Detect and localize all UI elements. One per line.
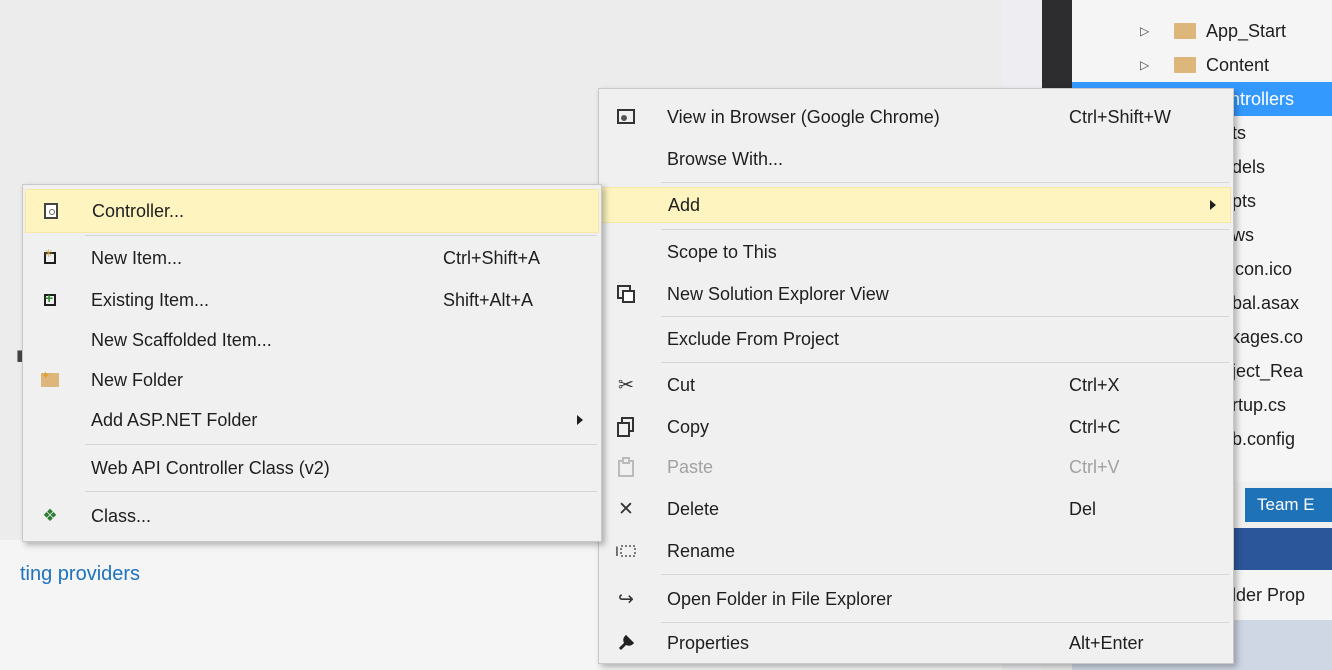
- menu-item-new-scaffolded-item[interactable]: New Scaffolded Item...: [25, 321, 599, 359]
- menu-item-add-aspnet-folder[interactable]: Add ASP.NET Folder: [25, 401, 599, 439]
- delete-icon: ✕: [618, 498, 634, 520]
- tab-team-explorer[interactable]: Team E: [1245, 488, 1332, 522]
- menu-item-new-item[interactable]: ✳ New Item... Ctrl+Shift+A: [25, 239, 599, 277]
- folder-icon: [1174, 57, 1196, 73]
- new-item-icon: ✳: [39, 247, 61, 269]
- controller-icon: [40, 200, 62, 222]
- menu-item-existing-item[interactable]: + Existing Item... Shift+Alt+A: [25, 281, 599, 319]
- svg-text:I: I: [615, 543, 619, 559]
- menu-item-scope-to-this[interactable]: Scope to This: [601, 234, 1231, 270]
- menu-item-browse-with[interactable]: Browse With...: [601, 141, 1231, 177]
- menu-item-new-folder[interactable]: ✦ New Folder: [25, 361, 599, 399]
- rename-icon: I: [615, 540, 637, 562]
- menu-separator: [85, 491, 597, 492]
- menu-separator: [661, 362, 1229, 363]
- class-icon: ❖: [42, 506, 58, 525]
- menu-separator: [661, 574, 1229, 575]
- submenu-arrow-icon: [577, 415, 583, 425]
- new-folder-icon: ✦: [39, 369, 61, 391]
- wrench-icon: [615, 632, 637, 654]
- menu-separator: [661, 182, 1229, 183]
- menu-separator: [85, 235, 597, 236]
- menu-separator: [85, 444, 597, 445]
- open-folder-icon: ↪: [618, 588, 634, 610]
- menu-separator: [661, 316, 1229, 317]
- menu-item-add[interactable]: Add: [601, 187, 1231, 223]
- menu-item-paste[interactable]: Paste Ctrl+V: [601, 449, 1231, 485]
- menu-item-copy[interactable]: Copy Ctrl+C: [601, 409, 1231, 445]
- expand-arrow-icon[interactable]: ▷: [1140, 24, 1149, 38]
- menu-item-class[interactable]: ❖ Class...: [25, 497, 599, 535]
- solution-view-icon: [615, 283, 637, 305]
- cut-icon: ✂: [618, 374, 634, 396]
- menu-item-view-in-browser[interactable]: View in Browser (Google Chrome) Ctrl+Shi…: [601, 99, 1231, 135]
- expand-arrow-icon[interactable]: ▷: [1140, 58, 1149, 72]
- context-menu: View in Browser (Google Chrome) Ctrl+Shi…: [598, 88, 1234, 664]
- copy-icon: [615, 416, 637, 438]
- menu-item-properties[interactable]: Properties Alt+Enter: [601, 625, 1231, 661]
- menu-item-open-folder[interactable]: ↪ Open Folder in File Explorer: [601, 581, 1231, 617]
- menu-item-delete[interactable]: ✕ Delete Del: [601, 491, 1231, 527]
- menu-item-exclude-from-project[interactable]: Exclude From Project: [601, 321, 1231, 357]
- tree-item-app-start[interactable]: ▷ App_Start: [1072, 14, 1332, 48]
- menu-item-web-api-controller[interactable]: Web API Controller Class (v2): [25, 449, 599, 487]
- menu-item-cut[interactable]: ✂ Cut Ctrl+X: [601, 367, 1231, 403]
- providers-link[interactable]: ting providers: [20, 563, 140, 586]
- menu-item-controller[interactable]: Controller...: [25, 189, 599, 233]
- folder-icon: [1174, 23, 1196, 39]
- existing-item-icon: +: [39, 289, 61, 311]
- menu-separator: [661, 229, 1229, 230]
- add-submenu: Controller... ✳ New Item... Ctrl+Shift+A…: [22, 184, 602, 542]
- menu-separator: [661, 622, 1229, 623]
- tree-item-content[interactable]: ▷ Content: [1072, 48, 1332, 82]
- submenu-arrow-icon: [1210, 200, 1216, 210]
- menu-item-rename[interactable]: I Rename: [601, 533, 1231, 569]
- paste-icon: [615, 456, 637, 478]
- menu-item-new-solution-explorer-view[interactable]: New Solution Explorer View: [601, 276, 1231, 312]
- browser-icon: [615, 106, 637, 128]
